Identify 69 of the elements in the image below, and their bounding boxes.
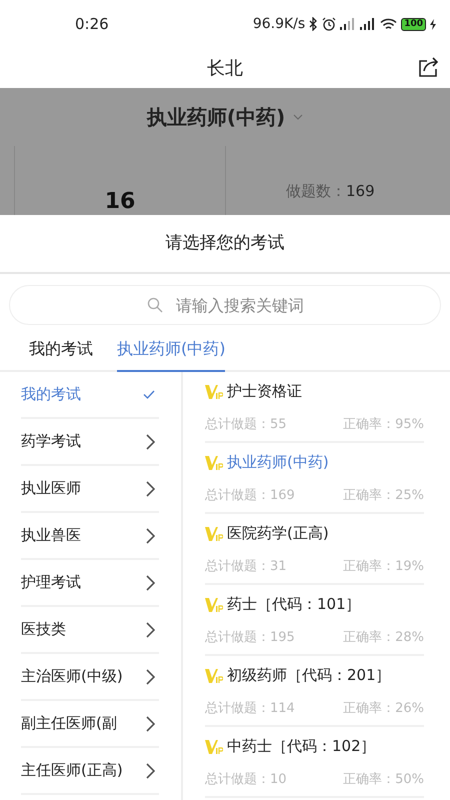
chevron-right-icon [146, 622, 155, 638]
accuracy-rate: 正确率：28% [343, 629, 424, 646]
exam-item[interactable]: 执业药师(中药) 总计做题：169 正确率：25% [205, 443, 424, 514]
category-item[interactable]: 主任医师(正高) [21, 748, 159, 795]
total-questions: 总计做题：55 [205, 416, 287, 433]
total-questions: 总计做题：169 [205, 487, 295, 504]
category-item[interactable]: 我的考试 [21, 372, 159, 419]
total-questions: 总计做题：114 [205, 700, 295, 717]
count-label: 做题数： [286, 182, 346, 200]
vip-icon [205, 596, 223, 612]
category-item[interactable]: 副主任医师(副 [21, 701, 159, 748]
exam-tab[interactable]: 我的考试 [29, 329, 93, 372]
bluetooth-icon [309, 17, 318, 31]
exam-item[interactable]: 医院药学(正高) 总计做题：31 正确率：19% [205, 514, 424, 585]
exam-tab[interactable]: 执业药师(中药) [117, 329, 226, 372]
chevron-right-icon [146, 668, 155, 684]
chevron-right-icon [146, 574, 155, 590]
total-questions: 总计做题：195 [205, 629, 295, 646]
page-title: 长北 [207, 57, 243, 80]
vip-icon [205, 668, 223, 684]
vip-icon [205, 738, 223, 754]
stat-number: 16 [104, 189, 136, 215]
caret-icon [293, 114, 304, 120]
chevron-right-icon [146, 716, 155, 732]
total-questions: 总计做题：10 [205, 771, 287, 788]
share-icon[interactable] [418, 56, 440, 78]
wifi-icon [380, 18, 398, 30]
chevron-right-icon [146, 480, 155, 496]
count-value: 169 [346, 182, 375, 200]
charging-icon [430, 18, 436, 30]
exam-title: 执业药师(中药) [146, 104, 286, 130]
accuracy-rate: 正确率：95% [343, 416, 424, 433]
chevron-right-icon [146, 528, 155, 544]
category-item[interactable]: 主治医师(中级) [21, 654, 159, 701]
exam-name: 初级药师［代码：201］ [227, 666, 391, 685]
exam-name: 中药士［代码：102］ [227, 737, 376, 756]
battery-level: 100 [401, 18, 426, 30]
exam-item[interactable]: 护士资格证 总计做题：55 正确率：95% [205, 372, 424, 443]
signal-icon [360, 18, 376, 30]
chevron-right-icon [146, 434, 155, 450]
exam-name: 护士资格证 [227, 382, 302, 401]
exam-name: 执业药师(中药) [227, 453, 329, 472]
alarm-icon [322, 17, 336, 31]
vip-icon [205, 454, 223, 470]
category-item[interactable]: 执业兽医 [21, 513, 159, 560]
chevron-right-icon [146, 762, 155, 778]
category-item[interactable]: 护理考试 [21, 560, 159, 607]
status-time: 0:26 [75, 15, 109, 33]
vip-icon [205, 384, 223, 400]
accuracy-rate: 正确率：19% [343, 558, 424, 575]
category-item[interactable]: 执业医师 [21, 466, 159, 513]
exam-item[interactable]: 中药士［代码：102］ 总计做题：10 正确率：50% [205, 727, 424, 798]
vip-icon [205, 526, 223, 542]
accuracy-rate: 正确率：50% [343, 771, 424, 788]
exam-name: 医院药学(正高) [227, 524, 329, 543]
category-item[interactable]: 药学考试 [21, 419, 159, 466]
check-icon [143, 390, 155, 399]
sheet-title: 请选择您的考试 [0, 215, 450, 274]
signal-icon [340, 18, 356, 30]
search-field[interactable]: 请输入搜索关键词 [9, 285, 441, 325]
accuracy-rate: 正确率：25% [343, 487, 424, 504]
network-speed: 96.9K/s [252, 16, 306, 32]
total-questions: 总计做题：31 [205, 558, 287, 575]
exam-name: 药士［代码：101］ [227, 595, 361, 614]
category-item[interactable]: 医技类 [21, 607, 159, 654]
exam-item[interactable]: 药士［代码：101］ 总计做题：195 正确率：28% [205, 585, 424, 656]
search-icon [147, 297, 163, 313]
accuracy-rate: 正确率：26% [343, 700, 424, 717]
exam-item[interactable]: 初级药师［代码：201］ 总计做题：114 正确率：26% [205, 656, 424, 727]
